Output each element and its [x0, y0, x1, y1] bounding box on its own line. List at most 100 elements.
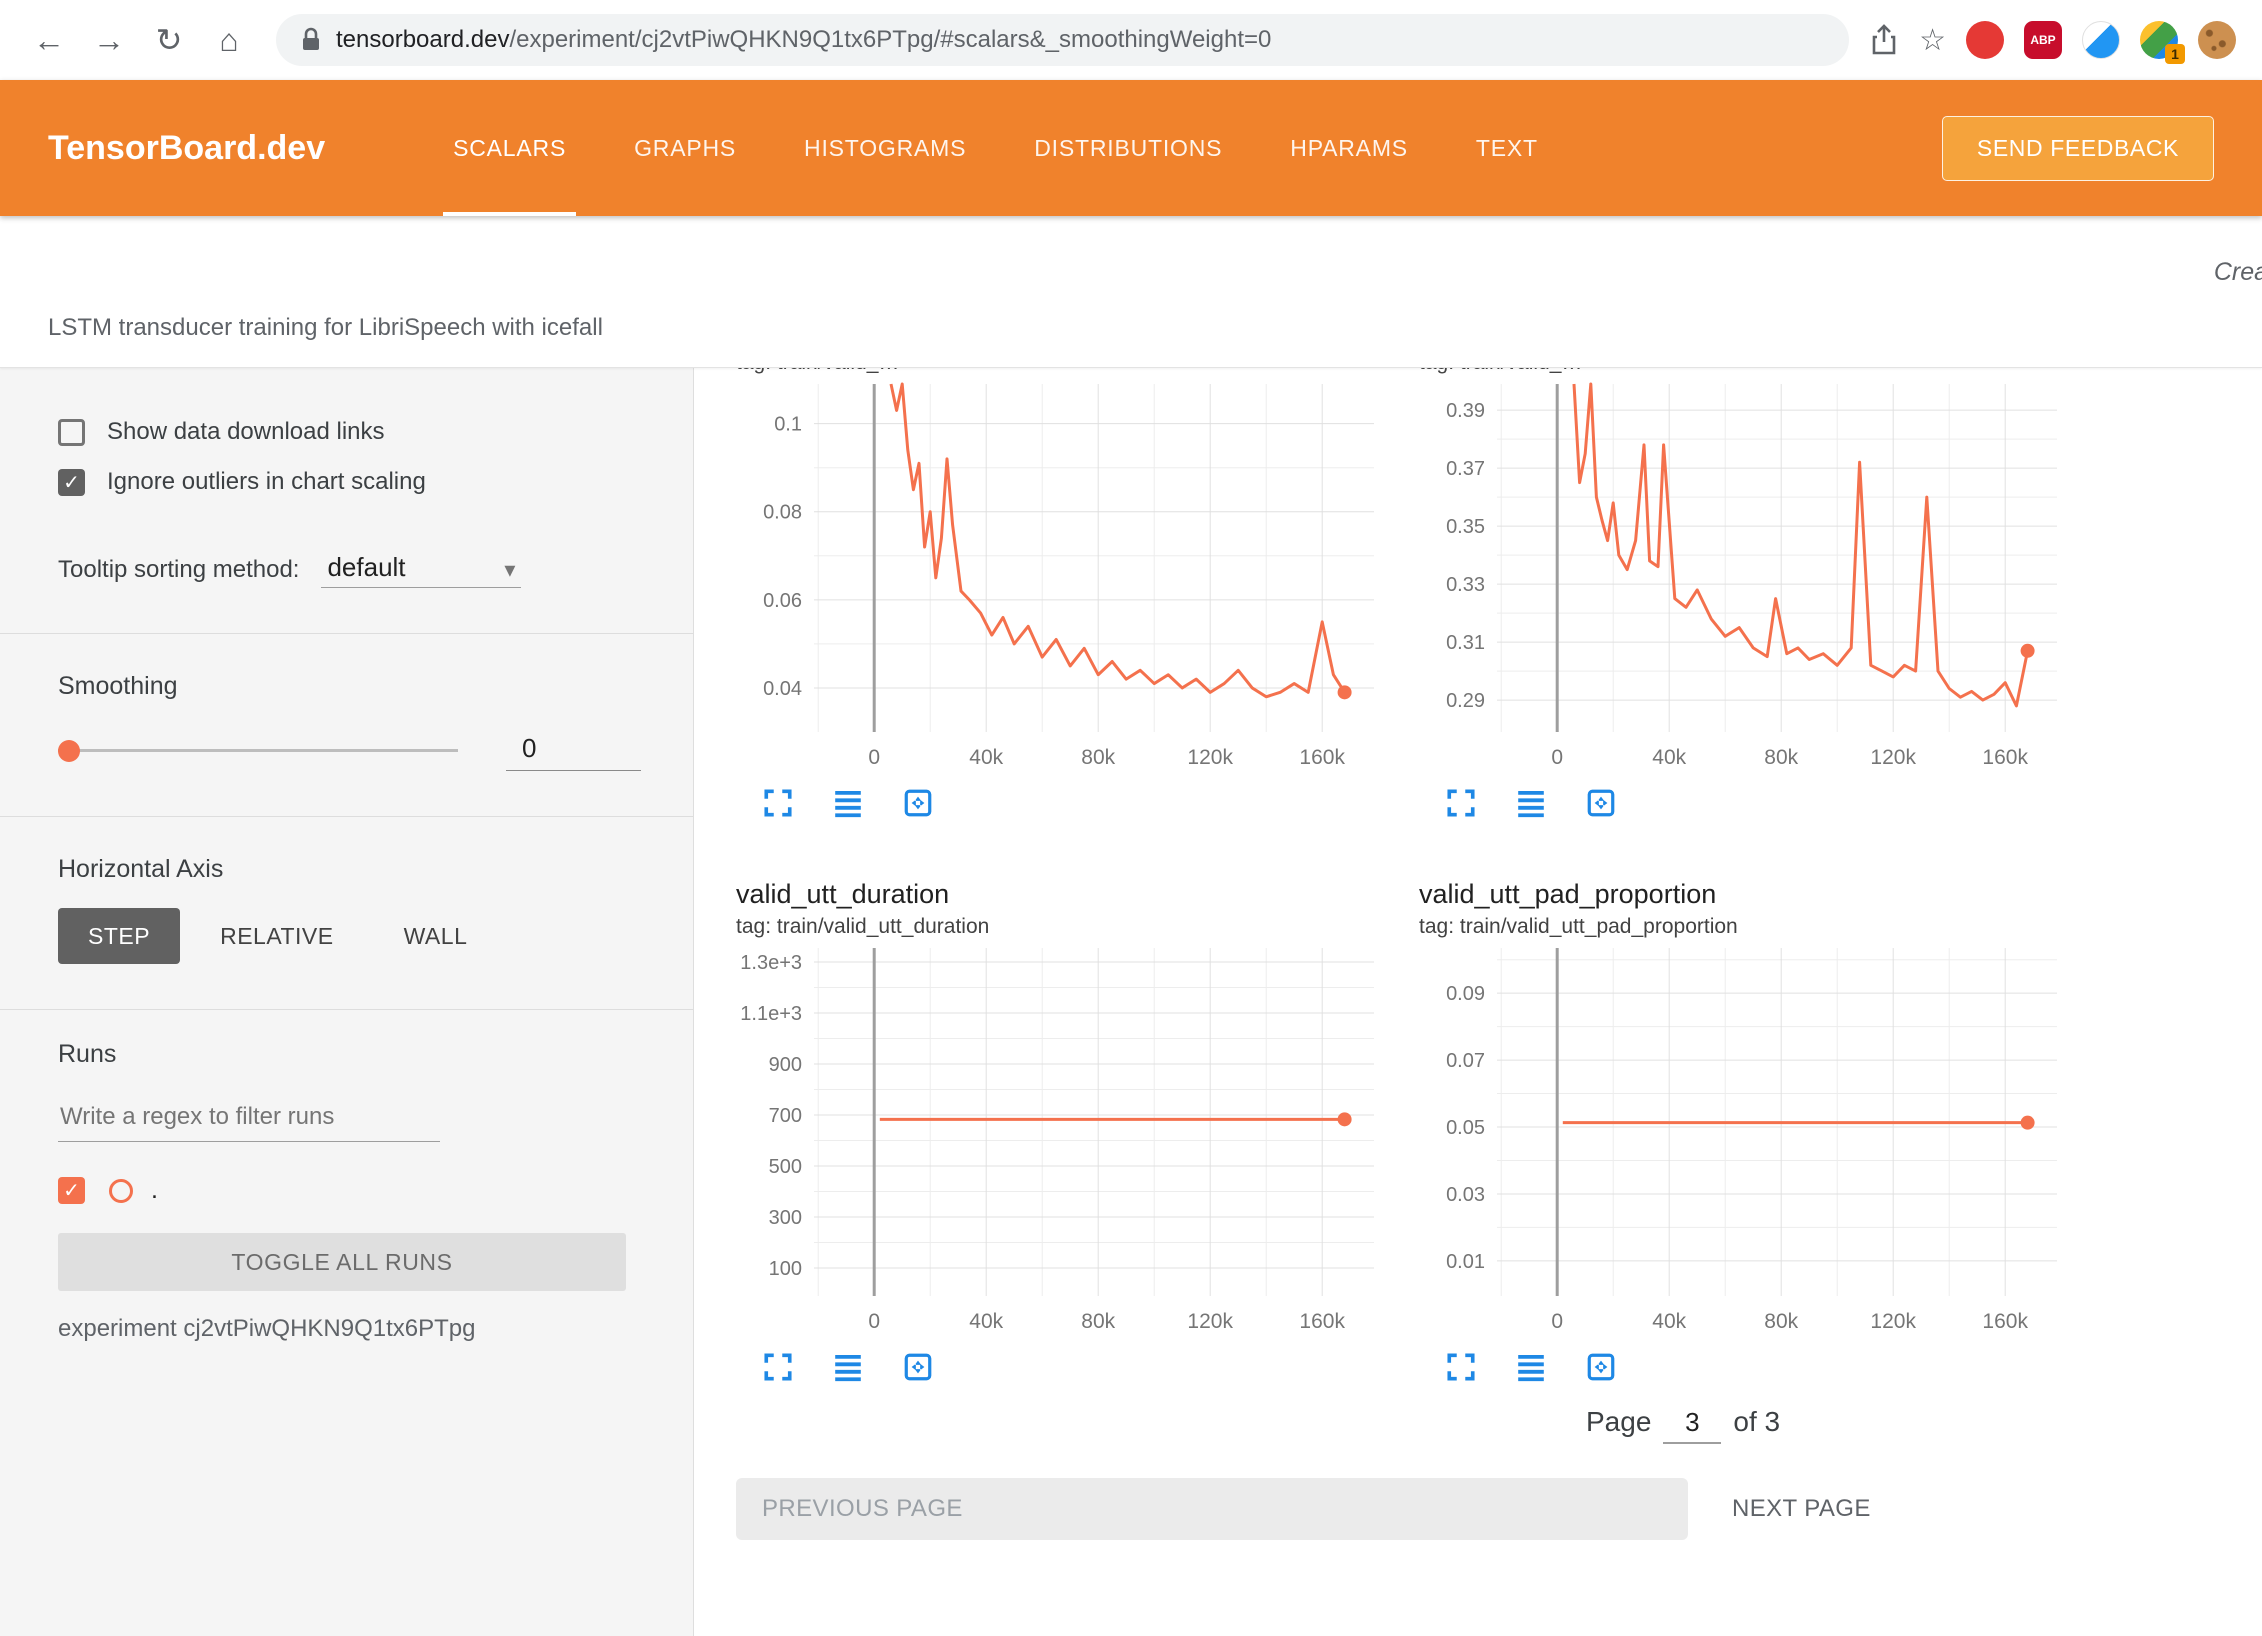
- svg-text:1.3e+3: 1.3e+3: [740, 952, 802, 974]
- smoothing-label: Smoothing: [58, 672, 653, 701]
- run-row[interactable]: ✓ .: [58, 1176, 653, 1205]
- axis-relative-button[interactable]: RELATIVE: [190, 908, 364, 964]
- svg-text:0.1: 0.1: [774, 414, 802, 436]
- tooltip-sorting-value: default: [327, 552, 405, 583]
- line-chart[interactable]: 040k80k120k160k0.040.060.080.1: [736, 378, 1384, 780]
- content-area: Show data download links ✓ Ignore outlie…: [0, 368, 2262, 1636]
- line-chart[interactable]: 040k80k120k160k0.290.310.330.350.370.39: [1419, 378, 2067, 780]
- toggle-all-runs-button[interactable]: TOGGLE ALL RUNS: [58, 1233, 626, 1291]
- share-icon[interactable]: [1869, 24, 1899, 56]
- chart-tag: tag: train/valid_…: [1419, 368, 2067, 378]
- page-number-input[interactable]: 3: [1663, 1407, 1721, 1444]
- fit-domain-icon[interactable]: [1585, 787, 1617, 819]
- svg-text:0: 0: [1551, 1310, 1563, 1333]
- chart-card-valid-utt-duration: valid_utt_duration tag: train/valid_utt_…: [736, 876, 1384, 1390]
- tab-graphs[interactable]: GRAPHS: [624, 80, 746, 216]
- checkbox-checked-icon: ✓: [58, 469, 85, 496]
- next-page-button[interactable]: NEXT PAGE: [1732, 1495, 1871, 1523]
- svg-text:120k: 120k: [1187, 746, 1233, 769]
- page-of-label: of 3: [1733, 1406, 1780, 1438]
- expand-chart-icon[interactable]: [1445, 1351, 1477, 1383]
- previous-page-button[interactable]: PREVIOUS PAGE: [736, 1478, 1688, 1540]
- experiment-subheader: Crea LSTM transducer training for LibriS…: [0, 216, 2262, 368]
- view-data-icon[interactable]: [832, 787, 864, 819]
- view-data-icon[interactable]: [1515, 787, 1547, 819]
- line-chart[interactable]: 040k80k120k160k1003005007009001.1e+31.3e…: [736, 942, 1384, 1344]
- svg-text:40k: 40k: [1652, 1310, 1686, 1333]
- show-download-links-checkbox[interactable]: Show data download links: [58, 418, 653, 446]
- svg-text:0.35: 0.35: [1446, 516, 1485, 538]
- svg-text:80k: 80k: [1081, 746, 1115, 769]
- fit-domain-icon[interactable]: [902, 787, 934, 819]
- nav-tabs: SCALARS GRAPHS HISTOGRAMS DISTRIBUTIONS …: [443, 80, 1942, 216]
- horizontal-axis-buttons: STEP RELATIVE WALL: [58, 908, 653, 964]
- pagination: Page 3 of 3: [1586, 1406, 2262, 1444]
- tab-scalars[interactable]: SCALARS: [443, 80, 576, 216]
- tab-text[interactable]: TEXT: [1466, 80, 1548, 216]
- svg-text:1.1e+3: 1.1e+3: [740, 1003, 802, 1025]
- svg-text:160k: 160k: [1299, 746, 1345, 769]
- chart-tag: tag: train/valid_utt_duration: [736, 912, 1384, 942]
- tab-histograms[interactable]: HISTOGRAMS: [794, 80, 976, 216]
- chart-title: valid_utt_pad_proportion: [1419, 876, 2067, 912]
- browser-extensions-area: ☆ ABP 1: [1869, 21, 2240, 59]
- expand-chart-icon[interactable]: [1445, 787, 1477, 819]
- chevron-down-icon: ▾: [504, 557, 515, 583]
- svg-text:0.29: 0.29: [1446, 690, 1485, 712]
- expand-chart-icon[interactable]: [762, 787, 794, 819]
- reload-icon[interactable]: ↻: [142, 21, 196, 59]
- svg-text:0.01: 0.01: [1446, 1251, 1485, 1273]
- svg-text:0.06: 0.06: [763, 590, 802, 612]
- expand-chart-icon[interactable]: [762, 1351, 794, 1383]
- extension-adblock-icon[interactable]: [1966, 21, 2004, 59]
- extension-blue-icon[interactable]: [2082, 21, 2120, 59]
- url-bar[interactable]: tensorboard.dev/experiment/cj2vtPiwQHKN9…: [276, 14, 1849, 66]
- forward-icon[interactable]: →: [82, 22, 136, 59]
- svg-text:0.07: 0.07: [1446, 1050, 1485, 1072]
- chart-card-valid-utt-pad-proportion: valid_utt_pad_proportion tag: train/vali…: [1419, 876, 2067, 1390]
- smoothing-slider[interactable]: [58, 739, 458, 763]
- send-feedback-button[interactable]: SEND FEEDBACK: [1942, 116, 2214, 181]
- fit-domain-icon[interactable]: [902, 1351, 934, 1383]
- tooltip-sorting-select[interactable]: default ▾: [321, 552, 521, 588]
- chart-title: valid_utt_duration: [736, 876, 1384, 912]
- run-checkbox-icon[interactable]: ✓: [58, 1177, 85, 1204]
- tab-hparams[interactable]: HPARAMS: [1280, 80, 1418, 216]
- experiment-id-label: experiment cj2vtPiwQHKN9Q1tx6PTpg: [58, 1315, 653, 1343]
- line-chart[interactable]: 040k80k120k160k0.010.030.050.070.09: [1419, 942, 2067, 1344]
- divider: [0, 1009, 693, 1010]
- tab-distributions[interactable]: DISTRIBUTIONS: [1024, 80, 1232, 216]
- smoothing-row: 0: [58, 731, 653, 771]
- extension-badge: 1: [2165, 44, 2185, 64]
- svg-text:0: 0: [868, 1310, 880, 1333]
- svg-text:160k: 160k: [1982, 1310, 2028, 1333]
- smoothing-value-input[interactable]: 0: [506, 731, 641, 771]
- profile-avatar[interactable]: 1: [2140, 21, 2178, 59]
- ignore-outliers-checkbox[interactable]: ✓ Ignore outliers in chart scaling: [58, 468, 653, 496]
- run-color-circle-icon: [109, 1179, 133, 1203]
- fit-domain-icon[interactable]: [1585, 1351, 1617, 1383]
- svg-text:0.39: 0.39: [1446, 400, 1485, 422]
- checkbox-label: Show data download links: [107, 418, 385, 446]
- svg-text:300: 300: [769, 1207, 802, 1229]
- chart-card: tag: train/valid_… 040k80k120k160k0.290.…: [1419, 368, 2067, 826]
- view-data-icon[interactable]: [832, 1351, 864, 1383]
- extension-abp-icon[interactable]: ABP: [2024, 21, 2062, 59]
- view-data-icon[interactable]: [1515, 1351, 1547, 1383]
- slider-track: [58, 749, 458, 752]
- home-icon[interactable]: ⌂: [202, 22, 256, 59]
- svg-text:100: 100: [769, 1258, 802, 1280]
- back-icon[interactable]: ←: [22, 22, 76, 59]
- runs-filter-input[interactable]: [58, 1097, 440, 1142]
- svg-text:40k: 40k: [969, 746, 1003, 769]
- svg-text:900: 900: [769, 1054, 802, 1076]
- chart-tag: tag: train/valid_…: [736, 368, 1384, 378]
- axis-wall-button[interactable]: WALL: [374, 908, 498, 964]
- chart-tag: tag: train/valid_utt_pad_proportion: [1419, 912, 2067, 942]
- slider-thumb[interactable]: [58, 740, 80, 762]
- cookie-icon[interactable]: [2198, 21, 2236, 59]
- brand-title: TensorBoard.dev: [0, 129, 325, 168]
- axis-step-button[interactable]: STEP: [58, 908, 180, 964]
- svg-text:160k: 160k: [1299, 1310, 1345, 1333]
- bookmark-star-icon[interactable]: ☆: [1919, 23, 1946, 58]
